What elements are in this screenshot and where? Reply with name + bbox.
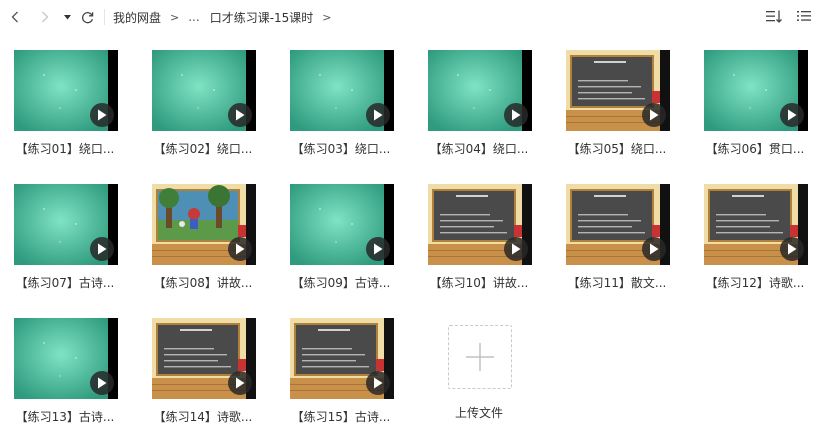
video-file-item[interactable]: 【练习05】绕口... (552, 44, 682, 169)
video-thumbnail[interactable] (152, 50, 256, 131)
play-icon (650, 109, 659, 121)
video-file-item[interactable]: 【练习10】讲故... (414, 178, 544, 303)
sort-button[interactable] (765, 7, 783, 25)
file-name[interactable]: 【练习13】古诗... (0, 408, 130, 425)
video-thumbnail[interactable] (566, 184, 670, 265)
file-name[interactable]: 【练习05】绕口... (552, 140, 682, 157)
play-icon (650, 243, 659, 255)
sort-icon (765, 10, 782, 23)
file-name[interactable]: 【练习15】古诗... (276, 408, 406, 425)
video-thumbnail[interactable] (152, 318, 256, 399)
video-thumbnail[interactable] (14, 318, 118, 399)
history-dropdown-button[interactable] (60, 5, 74, 29)
video-thumbnail[interactable] (290, 318, 394, 399)
breadcrumb-current[interactable]: 口才练习课-15课时 (210, 9, 314, 26)
file-name[interactable]: 【练习08】讲故... (138, 274, 268, 291)
video-thumbnail[interactable] (14, 50, 118, 131)
video-file-item[interactable]: 【练习11】散文... (552, 178, 682, 303)
file-name[interactable]: 【练习06】贯口... (690, 140, 819, 157)
breadcrumb-separator: > (170, 10, 180, 24)
refresh-icon (81, 11, 93, 23)
play-icon (98, 377, 107, 389)
play-icon (374, 109, 383, 121)
video-file-item[interactable]: 【练习02】绕口... (138, 44, 268, 169)
video-thumbnail[interactable] (290, 50, 394, 131)
file-name[interactable]: 【练习12】诗歌... (690, 274, 819, 291)
file-name[interactable]: 【练习07】古诗... (0, 274, 130, 291)
file-name[interactable]: 【练习01】绕口... (0, 140, 130, 157)
play-icon (788, 243, 797, 255)
play-button[interactable] (228, 371, 252, 395)
play-icon (236, 377, 245, 389)
view-toggle-button[interactable] (795, 7, 813, 25)
video-file-item[interactable]: 【练习03】绕口... (276, 44, 406, 169)
play-button[interactable] (642, 103, 666, 127)
video-file-item[interactable]: 【练习01】绕口... (0, 44, 130, 169)
video-file-item[interactable]: 【练习07】古诗... (0, 178, 130, 303)
toolbar-right (765, 7, 813, 25)
caret-down-icon (63, 14, 71, 19)
play-icon (512, 109, 521, 121)
breadcrumb-trailing-separator[interactable]: > (322, 11, 331, 24)
play-button[interactable] (504, 103, 528, 127)
file-name[interactable]: 【练习09】古诗... (276, 274, 406, 291)
play-button[interactable] (90, 371, 114, 395)
breadcrumb-root[interactable]: 我的网盘 (113, 9, 161, 26)
video-file-item[interactable]: 【练习06】贯口... (690, 44, 819, 169)
video-file-item[interactable]: 【练习08】讲故... (138, 178, 268, 303)
list-view-icon (797, 11, 811, 21)
video-thumbnail[interactable] (14, 184, 118, 265)
upload-dropzone[interactable] (448, 325, 512, 389)
video-thumbnail[interactable] (704, 50, 808, 131)
video-file-item[interactable]: 【练习12】诗歌... (690, 178, 819, 303)
upload-file-button[interactable]: 上传文件 (414, 312, 544, 437)
play-button[interactable] (366, 371, 390, 395)
play-icon (236, 109, 245, 121)
play-button[interactable] (228, 103, 252, 127)
play-icon (236, 243, 245, 255)
video-thumbnail[interactable] (152, 184, 256, 265)
video-thumbnail[interactable] (428, 184, 532, 265)
video-file-item[interactable]: 【练习13】古诗... (0, 312, 130, 437)
breadcrumb-ellipsis[interactable]: ... (188, 10, 199, 24)
play-button[interactable] (780, 237, 804, 261)
play-button[interactable] (504, 237, 528, 261)
video-file-item[interactable]: 【练习14】诗歌... (138, 312, 268, 437)
play-icon (512, 243, 521, 255)
upload-label: 上传文件 (454, 406, 503, 420)
play-icon (98, 109, 107, 121)
play-icon (374, 377, 383, 389)
video-thumbnail[interactable] (290, 184, 394, 265)
play-icon (374, 243, 383, 255)
file-name[interactable]: 【练习11】散文... (552, 274, 682, 291)
chevron-right-icon (42, 11, 49, 23)
video-file-item[interactable]: 【练习15】古诗... (276, 312, 406, 437)
play-icon (98, 243, 107, 255)
toolbar-divider (104, 9, 105, 25)
video-file-item[interactable]: 【练习04】绕口... (414, 44, 544, 169)
play-icon (788, 109, 797, 121)
refresh-button[interactable] (76, 5, 98, 29)
file-name[interactable]: 【练习04】绕口... (414, 140, 544, 157)
plus-icon (466, 343, 494, 371)
file-name[interactable]: 【练习02】绕口... (138, 140, 268, 157)
play-button[interactable] (642, 237, 666, 261)
back-button[interactable] (4, 5, 26, 29)
play-button[interactable] (228, 237, 252, 261)
play-button[interactable] (366, 103, 390, 127)
play-button[interactable] (366, 237, 390, 261)
video-thumbnail[interactable] (428, 50, 532, 131)
forward-button[interactable] (34, 5, 56, 29)
chevron-left-icon (11, 11, 18, 23)
video-thumbnail[interactable] (704, 184, 808, 265)
video-thumbnail[interactable] (566, 50, 670, 131)
toolbar: 我的网盘 > ... 口才练习课-15课时 > (0, 0, 819, 34)
file-name[interactable]: 【练习03】绕口... (276, 140, 406, 157)
play-button[interactable] (780, 103, 804, 127)
play-button[interactable] (90, 237, 114, 261)
file-name[interactable]: 【练习14】诗歌... (138, 408, 268, 425)
video-file-item[interactable]: 【练习09】古诗... (276, 178, 406, 303)
play-button[interactable] (90, 103, 114, 127)
file-name[interactable]: 【练习10】讲故... (414, 274, 544, 291)
